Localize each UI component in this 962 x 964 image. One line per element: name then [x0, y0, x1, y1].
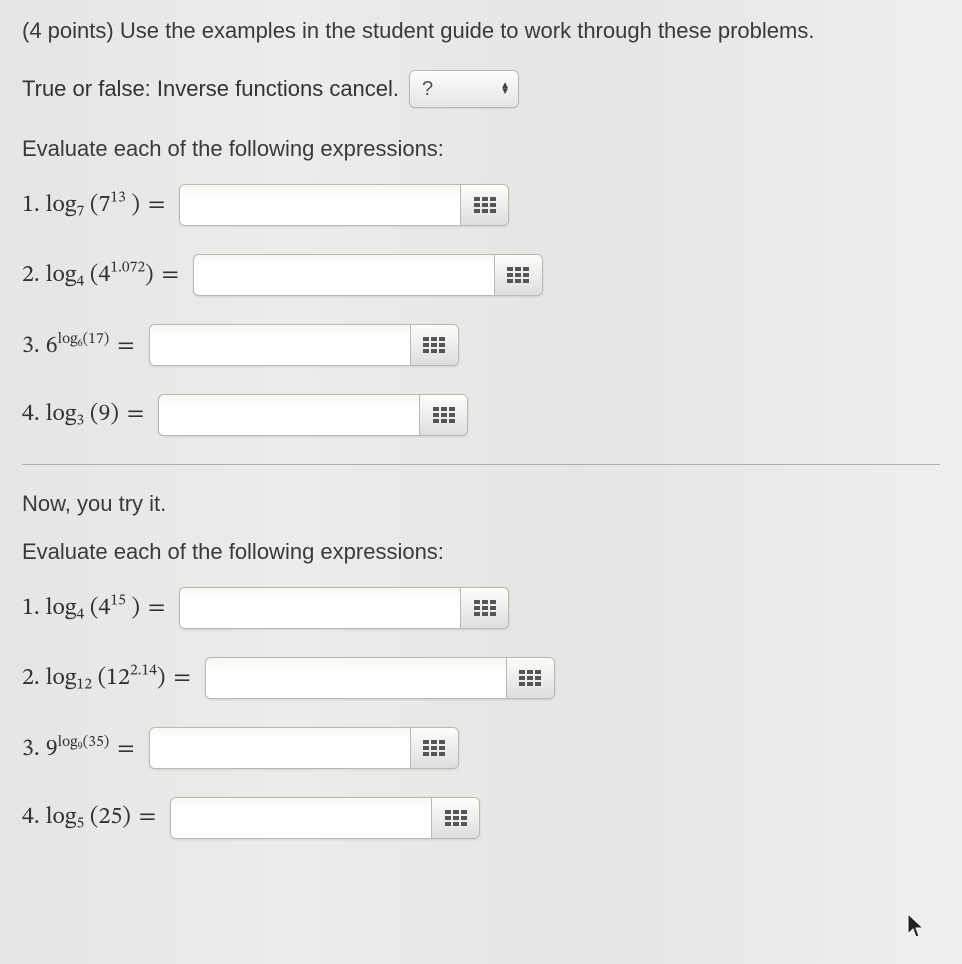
answer-group: [179, 184, 509, 226]
problem-row: 1.log4 (415 )=: [22, 587, 940, 629]
keypad-icon: [474, 600, 496, 616]
keypad-icon: [423, 337, 445, 353]
section1-heading: Evaluate each of the following expressio…: [22, 136, 940, 162]
section2-heading: Evaluate each of the following expressio…: [22, 539, 940, 565]
math-expression: 3.9log9(35)=: [22, 732, 143, 764]
section2-lead: Now, you try it.: [22, 491, 940, 517]
keypad-icon: [423, 740, 445, 756]
true-false-select[interactable]: ? ▲▼: [409, 70, 519, 108]
math-expression: 2.log4 (41.072)=: [22, 258, 187, 292]
problem-row: 1.log7 (713 )=: [22, 184, 940, 226]
math-expression: 2.log12 (122.14)=: [22, 661, 199, 695]
keypad-button[interactable]: [410, 325, 458, 365]
instructions-text: Use the examples in the student guide to…: [120, 18, 815, 43]
problem-row: 3.9log9(35)=: [22, 727, 940, 769]
math-expression: 4.log5 (25)=: [22, 802, 164, 834]
math-expression: 1.log7 (713 )=: [22, 188, 173, 222]
answer-group: [158, 394, 468, 436]
answer-group: [170, 797, 480, 839]
problem-row: 4.log3 (9)=: [22, 394, 940, 436]
keypad-button[interactable]: [419, 395, 467, 435]
true-false-value: ?: [422, 78, 433, 101]
keypad-icon: [445, 810, 467, 826]
keypad-button[interactable]: [494, 255, 542, 295]
stepper-arrows-icon: ▲▼: [500, 83, 510, 95]
answer-input[interactable]: [150, 728, 410, 768]
math-expression: 4.log3 (9)=: [22, 399, 152, 431]
keypad-button[interactable]: [431, 798, 479, 838]
problem-row: 3.6log6(17)=: [22, 324, 940, 366]
answer-group: [149, 727, 459, 769]
answer-input[interactable]: [171, 798, 431, 838]
answer-input[interactable]: [180, 588, 460, 628]
math-expression: 3.6log6(17)=: [22, 329, 143, 361]
answer-input[interactable]: [150, 325, 410, 365]
section-divider: [22, 464, 940, 465]
keypad-button[interactable]: [460, 588, 508, 628]
problem-row: 4.log5 (25)=: [22, 797, 940, 839]
keypad-icon: [519, 670, 541, 686]
answer-input[interactable]: [206, 658, 506, 698]
answer-group: [149, 324, 459, 366]
answer-group: [193, 254, 543, 296]
answer-input[interactable]: [180, 185, 460, 225]
keypad-button[interactable]: [460, 185, 508, 225]
problem-row: 2.log4 (41.072)=: [22, 254, 940, 296]
points-badge: (4 points): [22, 18, 114, 43]
keypad-icon: [433, 407, 455, 423]
answer-input[interactable]: [194, 255, 494, 295]
true-false-prompt: True or false: Inverse functions cancel.: [22, 76, 399, 102]
answer-group: [179, 587, 509, 629]
cursor-icon: [906, 912, 926, 940]
problem-row: 2.log12 (122.14)=: [22, 657, 940, 699]
answer-input[interactable]: [159, 395, 419, 435]
keypad-button[interactable]: [506, 658, 554, 698]
problem-instructions: (4 points) Use the examples in the stude…: [22, 18, 940, 44]
keypad-icon: [507, 267, 529, 283]
answer-group: [205, 657, 555, 699]
keypad-icon: [474, 197, 496, 213]
keypad-button[interactable]: [410, 728, 458, 768]
math-expression: 1.log4 (415 )=: [22, 591, 173, 625]
